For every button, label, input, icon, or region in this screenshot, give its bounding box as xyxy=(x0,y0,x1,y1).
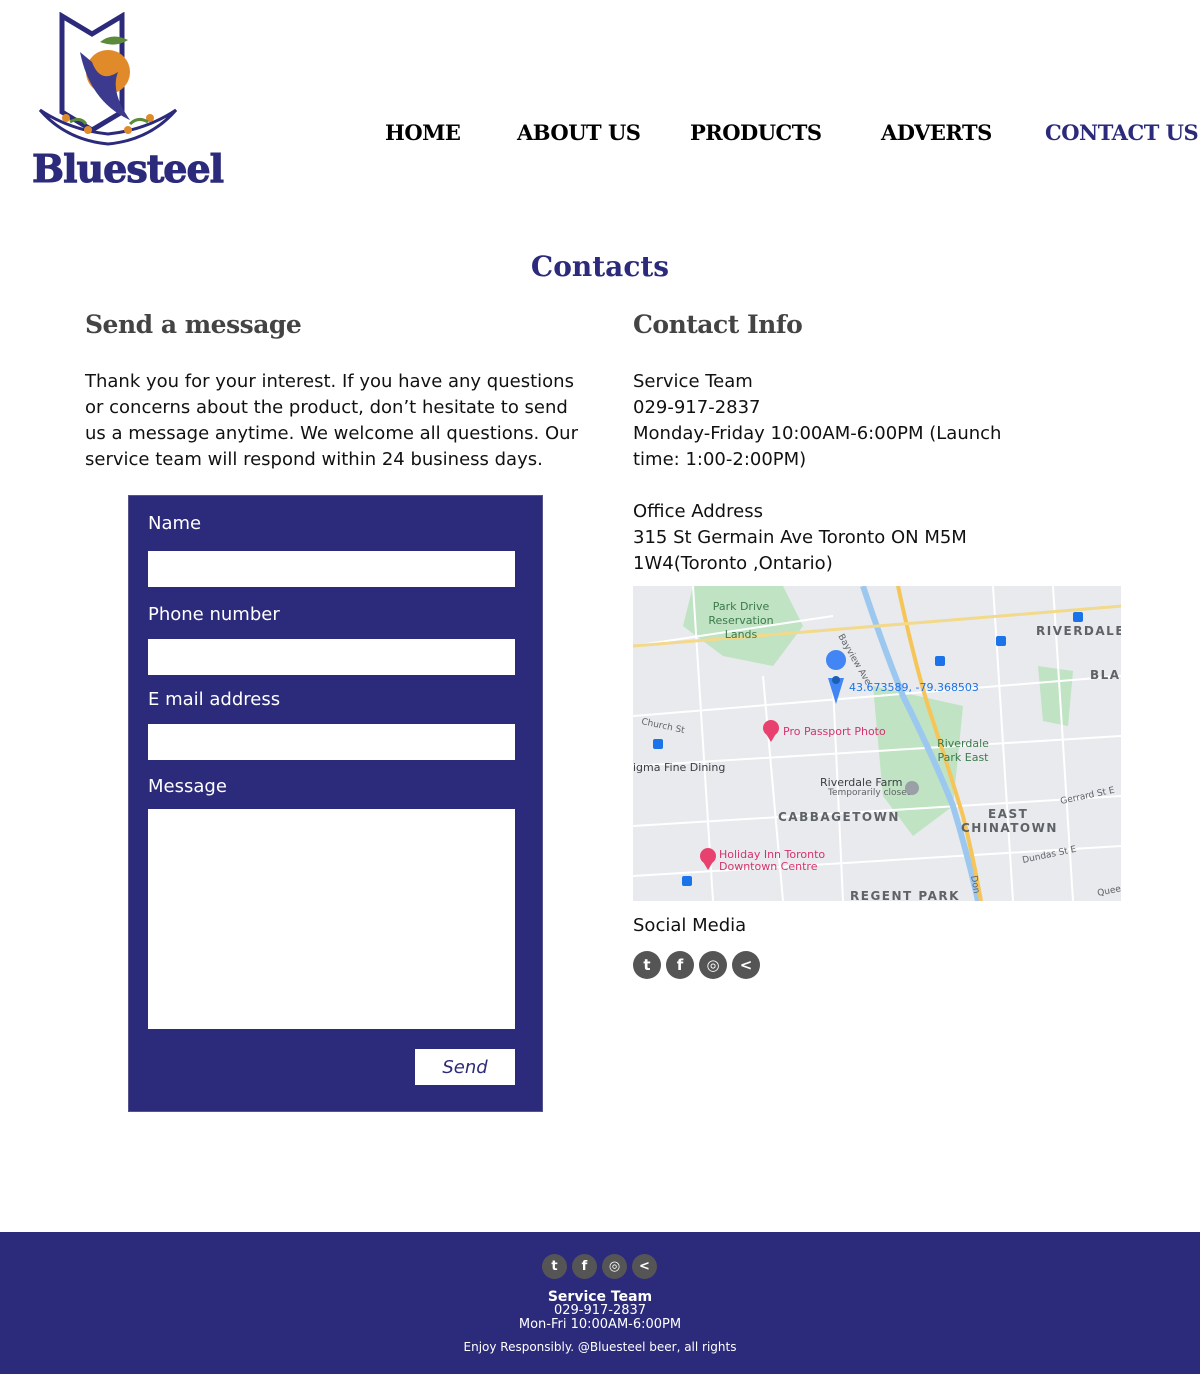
send-button[interactable]: Send xyxy=(415,1049,515,1085)
map-label: REGENT PARK xyxy=(850,889,960,901)
social-media-label: Social Media xyxy=(633,915,747,936)
facebook-icon[interactable]: f xyxy=(666,951,694,979)
contact-info-heading: Contact Info xyxy=(633,310,803,339)
map-label: Lands xyxy=(725,628,758,641)
send-message-heading: Send a message xyxy=(85,310,302,339)
nav-about-us[interactable]: ABOUT US xyxy=(517,120,641,145)
site-footer: t f ◎ < Service Team 029-917-2837 Mon-Fr… xyxy=(0,1232,1200,1374)
share-icon[interactable]: < xyxy=(732,951,760,979)
office-label: Office Address xyxy=(633,501,763,522)
nav-adverts[interactable]: ADVERTS xyxy=(881,120,992,145)
phone-input[interactable] xyxy=(148,639,515,675)
email-input[interactable] xyxy=(148,724,515,760)
brand-name: Bluesteel xyxy=(31,146,224,192)
page-title: Contacts xyxy=(530,250,670,283)
email-label: E mail address xyxy=(148,689,281,710)
name-input[interactable] xyxy=(148,551,515,587)
social-icons: t f ◎ < xyxy=(633,951,760,979)
office-block: Office Address 315 St Germain Ave Toront… xyxy=(633,499,1103,577)
footer-service-team: Service Team xyxy=(547,1289,653,1305)
service-team-block: Service Team 029-917-2837 Monday-Friday … xyxy=(633,369,1103,473)
nav-home[interactable]: HOME xyxy=(385,120,461,145)
map-label: Reservation xyxy=(708,614,773,627)
service-phone: 029-917-2837 xyxy=(633,397,761,418)
map-label: Riverdale xyxy=(937,737,989,750)
instagram-icon[interactable]: ◎ xyxy=(602,1254,627,1279)
facebook-icon[interactable]: f xyxy=(572,1254,597,1279)
footer-phone: 029-917-2837 xyxy=(553,1303,647,1318)
name-label: Name xyxy=(148,513,202,534)
footer-social-icons: t f ◎ < xyxy=(542,1254,657,1279)
service-hours: Monday-Friday 10:00AM-6:00PM (Launch tim… xyxy=(633,423,1002,470)
twitter-icon[interactable]: t xyxy=(633,951,661,979)
map-label: Park Drive xyxy=(713,600,770,613)
footer-copyright: Enjoy Responsibly. @Bluesteel beer, all … xyxy=(463,1340,737,1354)
map-label: Temporarily closed xyxy=(827,788,913,798)
camera-pin-icon xyxy=(905,781,919,795)
map-label: igma Fine Dining xyxy=(633,761,725,774)
message-label: Message xyxy=(148,776,227,797)
map-label: 43.673589, -79.368503 xyxy=(849,681,979,694)
nav-products[interactable]: PRODUCTS xyxy=(690,120,822,145)
map-label: CHINATOWN xyxy=(961,821,1058,835)
park-area xyxy=(1038,666,1073,726)
location-map[interactable]: Park Drive Reservation Lands Riverdale P… xyxy=(633,586,1121,901)
footer-hours: Mon-Fri 10:00AM-6:00PM xyxy=(518,1317,682,1332)
office-address: 315 St Germain Ave Toronto ON M5M 1W4(To… xyxy=(633,527,967,574)
service-team-label: Service Team xyxy=(633,371,753,392)
map-label: CABBAGETOWN xyxy=(778,810,900,824)
map-label: Pro Passport Photo xyxy=(783,725,886,738)
map-label: Downtown Centre xyxy=(719,860,818,873)
share-icon[interactable]: < xyxy=(632,1254,657,1279)
map-label: EAST xyxy=(988,807,1028,821)
contact-form: Name Phone number E mail address Message… xyxy=(128,495,543,1112)
main-nav: HOME ABOUT US PRODUCTS ADVERTS CONTACT U… xyxy=(0,120,1200,150)
message-textarea[interactable] xyxy=(148,809,515,1029)
intro-text: Thank you for your interest. If you have… xyxy=(85,371,578,470)
phone-label: Phone number xyxy=(148,604,280,625)
instagram-icon[interactable]: ◎ xyxy=(699,951,727,979)
map-label: BLA xyxy=(1090,668,1121,682)
nav-contact-us[interactable]: CONTACT US xyxy=(1045,120,1199,145)
map-label: RIVERDALE xyxy=(1036,624,1121,638)
twitter-icon[interactable]: t xyxy=(542,1254,567,1279)
map-label: Riverdale Farm xyxy=(820,776,902,789)
brand-logo[interactable]: Bluesteel xyxy=(30,12,225,192)
map-label: Park East xyxy=(937,751,989,764)
